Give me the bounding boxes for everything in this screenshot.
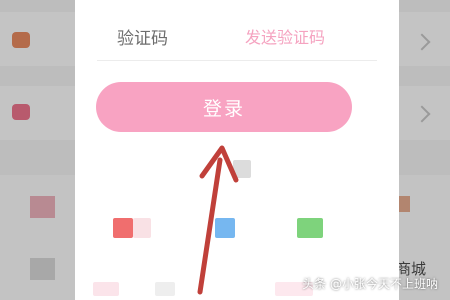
arrow-shaft <box>197 157 223 295</box>
annotation-arrow <box>197 145 239 295</box>
watermark: 头条 @小张今天不上班呐 <box>302 277 438 291</box>
